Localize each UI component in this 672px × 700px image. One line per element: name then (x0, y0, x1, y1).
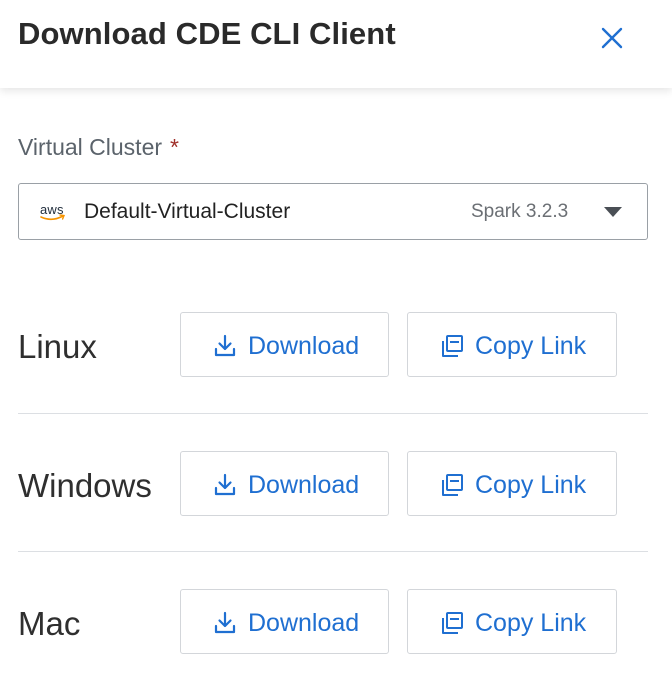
copy-icon (442, 612, 463, 634)
copy-link-button-linux[interactable]: Copy Link (407, 312, 617, 377)
copy-icon (442, 474, 463, 496)
download-button-linux[interactable]: Download (180, 312, 389, 377)
dialog-title: Download CDE CLI Client (18, 16, 396, 51)
download-icon (214, 473, 236, 496)
copy-icon (442, 335, 463, 357)
download-button-windows[interactable]: Download (180, 451, 389, 516)
download-label: Download (248, 332, 360, 360)
os-row-mac: Mac Download Copy Link (0, 567, 672, 687)
close-icon (601, 27, 623, 49)
caret-down-icon (604, 207, 622, 217)
select-value: Default-Virtual-Cluster (84, 200, 291, 223)
divider (18, 551, 648, 552)
required-marker: * (170, 134, 179, 160)
download-button-mac[interactable]: Download (180, 589, 389, 654)
virtual-cluster-label: Virtual Cluster * (18, 134, 179, 161)
copy-link-button-mac[interactable]: Copy Link (407, 589, 617, 654)
download-icon (214, 611, 236, 634)
os-row-linux: Linux Download Copy Link (0, 290, 672, 410)
os-label: Linux (18, 328, 97, 365)
copy-link-button-windows[interactable]: Copy Link (407, 451, 617, 516)
aws-icon: aws (38, 202, 68, 223)
os-label: Windows (18, 467, 152, 504)
divider (18, 413, 648, 414)
download-label: Download (248, 471, 360, 499)
dialog-header: Download CDE CLI Client (0, 0, 672, 88)
download-icon (214, 334, 236, 357)
os-label: Mac (18, 605, 81, 642)
os-row-windows: Windows Download Copy Link (0, 429, 672, 549)
spark-version: Spark 3.2.3 (471, 201, 569, 222)
copy-link-label: Copy Link (475, 471, 587, 499)
field-label-text: Virtual Cluster (18, 134, 163, 160)
close-button[interactable] (596, 22, 628, 54)
copy-link-label: Copy Link (475, 332, 587, 360)
download-label: Download (248, 609, 360, 637)
copy-link-label: Copy Link (475, 609, 587, 637)
virtual-cluster-select[interactable]: aws Default-Virtual-Cluster Spark 3.2.3 (18, 183, 648, 240)
